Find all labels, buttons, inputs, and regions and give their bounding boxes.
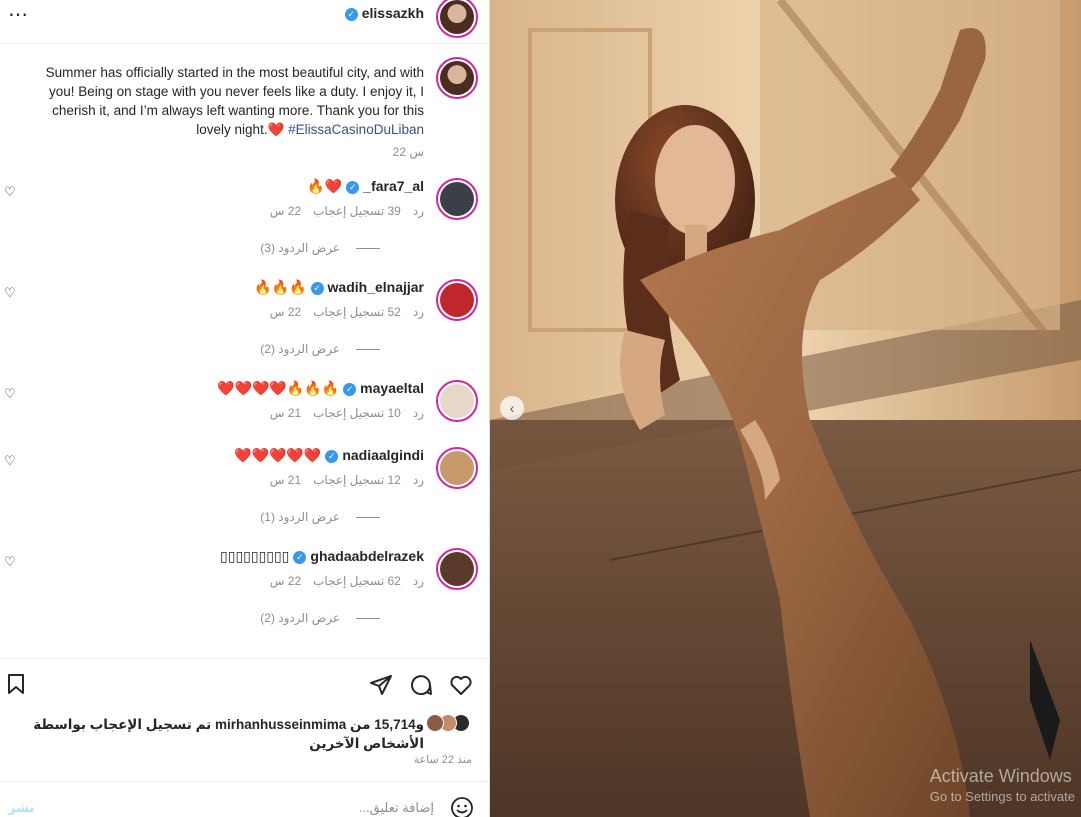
photo-image (490, 0, 1081, 817)
comment-likes-count[interactable]: 52 تسجيل إعجاب (313, 305, 401, 319)
comment-reply-button[interactable]: رد (413, 204, 424, 218)
comment-username[interactable]: ghadaabdelrazek (310, 548, 424, 564)
post-comment-button[interactable]: نشر (8, 800, 34, 816)
comment-like-icon[interactable]: ♡ (4, 184, 16, 200)
carousel-dots (774, 810, 830, 817)
comment-time[interactable]: 21 س (270, 473, 301, 487)
windows-activation-watermark: Activate Windows Go to Settings to activ… (930, 766, 1075, 804)
comment-time[interactable]: 22 س (270, 204, 301, 218)
comment-line: 🔥❤️ ✓ _fara7_al (307, 178, 424, 195)
comment-like-icon[interactable]: ♡ (4, 554, 16, 570)
comment-line: ❤️❤️❤️❤️🔥🔥🔥 ✓ mayaeltal (217, 380, 424, 397)
verified-badge-icon: ✓ (343, 382, 357, 396)
watermark-line1: Activate Windows (929, 766, 1072, 786)
comment-avatar[interactable] (436, 380, 478, 422)
comment-like-icon[interactable]: ♡ (4, 453, 16, 469)
post-timestamp[interactable]: منذ 22 ساعة (414, 753, 472, 766)
comment-emoji: ❤️❤️❤️❤️❤️ (234, 447, 322, 463)
comment-avatar[interactable] (436, 447, 478, 489)
comment-meta: رد 39 تسجيل إعجاب 22 س (258, 204, 424, 218)
comment-username[interactable]: _fara7_al (363, 178, 424, 194)
header-username[interactable]: elissazkh (362, 5, 424, 21)
comment-likes-count[interactable]: 39 تسجيل إعجاب (313, 204, 401, 218)
comment-meta: رد 10 تسجيل إعجاب 21 س (258, 406, 424, 420)
post-photo[interactable]: ‹ Activate Windows Go to Settings to act… (490, 0, 1081, 817)
header-username-row[interactable]: ✓ elissazkh (341, 5, 424, 21)
view-replies-label[interactable]: عرض الردود (3) (260, 241, 340, 255)
view-replies-button[interactable]: عرض الردود (2) (260, 342, 380, 356)
comment-line: ❤️❤️❤️❤️❤️ ✓ nadiaalgindi (234, 447, 424, 464)
comment-username[interactable]: nadiaalgindi (342, 447, 424, 463)
post-header: ⋯ ✓ elissazkh (0, 0, 490, 44)
watermark-line2: Go to Settings to activate (929, 789, 1075, 804)
liker-avatars[interactable] (420, 714, 470, 734)
view-replies-button[interactable]: عرض الردود (3) (260, 241, 380, 255)
view-replies-label[interactable]: عرض الردود (2) (260, 611, 340, 625)
share-icon[interactable] (368, 673, 394, 699)
post-details-panel: ⋯ ✓ elissazkh Summer has officially start… (0, 0, 490, 817)
comment-avatar[interactable] (436, 548, 478, 590)
view-replies-button[interactable]: عرض الردود (2) (260, 611, 380, 625)
comment-username[interactable]: wadih_elnajjar (328, 279, 424, 295)
comment-like-icon[interactable]: ♡ (4, 285, 16, 301)
comment-line: ▯▯▯▯▯▯▯▯▯ ✓ ghadaabdelrazek (220, 548, 424, 565)
caption-avatar[interactable] (436, 57, 478, 99)
view-replies-button[interactable]: عرض الردود (1) (260, 510, 380, 524)
comment-reply-button[interactable]: رد (413, 305, 424, 319)
comments-scroll-area[interactable]: Summer has officially started in the mos… (0, 45, 490, 657)
add-comment-bar: نشر (0, 781, 490, 817)
verified-badge-icon: ✓ (346, 180, 360, 194)
comment-emoji: ▯▯▯▯▯▯▯▯▯ (220, 548, 290, 564)
view-replies-label[interactable]: عرض الردود (1) (260, 510, 340, 524)
comment-time[interactable]: 21 س (270, 406, 301, 420)
previous-photo-button[interactable]: ‹ (500, 396, 524, 420)
comment-likes-count[interactable]: 12 تسجيل إعجاب (313, 473, 401, 487)
verified-badge-icon: ✓ (293, 550, 307, 564)
comment-likes-count[interactable]: 10 تسجيل إعجاب (313, 406, 401, 420)
comment-meta: رد 12 تسجيل إعجاب 21 س (258, 473, 424, 487)
comment-emoji: 🔥❤️ (307, 178, 343, 194)
emoji-icon[interactable] (450, 796, 474, 817)
comment-emoji: ❤️❤️❤️❤️🔥🔥🔥 (217, 380, 340, 396)
like-heart-icon[interactable] (448, 673, 474, 699)
header-avatar[interactable] (436, 0, 478, 38)
view-replies-label[interactable]: عرض الردود (2) (260, 342, 340, 356)
comment-avatar[interactable] (436, 279, 478, 321)
action-bar: تم تسجيل الإعجاب بواسطة mirhanhusseinmim… (0, 658, 490, 780)
more-options-icon[interactable]: ⋯ (8, 2, 29, 27)
comment-reply-button[interactable]: رد (413, 406, 424, 420)
comment-meta: رد 62 تسجيل إعجاب 22 س (258, 574, 424, 588)
comment-like-icon[interactable]: ♡ (4, 386, 16, 402)
comment-icon[interactable] (408, 673, 434, 699)
comment-likes-count[interactable]: 62 تسجيل إعجاب (313, 574, 401, 588)
comment-reply-button[interactable]: رد (413, 473, 424, 487)
verified-badge-icon: ✓ (310, 281, 324, 295)
verified-badge-icon: ✓ (325, 449, 339, 463)
post-caption: Summer has officially started in the mos… (24, 63, 424, 162)
comment-username[interactable]: mayaeltal (360, 380, 424, 396)
comment-time[interactable]: 22 س (270, 305, 301, 319)
comment-avatar[interactable] (436, 178, 478, 220)
comment-reply-button[interactable]: رد (413, 574, 424, 588)
likes-summary[interactable]: تم تسجيل الإعجاب بواسطة mirhanhusseinmim… (14, 715, 424, 753)
verified-badge-icon: ✓ (344, 7, 358, 21)
comment-input[interactable] (60, 800, 434, 815)
caption-time[interactable]: 22 س (24, 143, 424, 162)
comment-emoji: 🔥🔥🔥 (254, 279, 307, 295)
comment-time[interactable]: 22 س (270, 574, 301, 588)
caption-hashtag[interactable]: #ElissaCasinoDuLiban (288, 122, 424, 137)
save-bookmark-icon[interactable] (3, 673, 29, 699)
comment-line: 🔥🔥🔥 ✓ wadih_elnajjar (254, 279, 424, 296)
comment-meta: رد 52 تسجيل إعجاب 22 س (258, 305, 424, 319)
